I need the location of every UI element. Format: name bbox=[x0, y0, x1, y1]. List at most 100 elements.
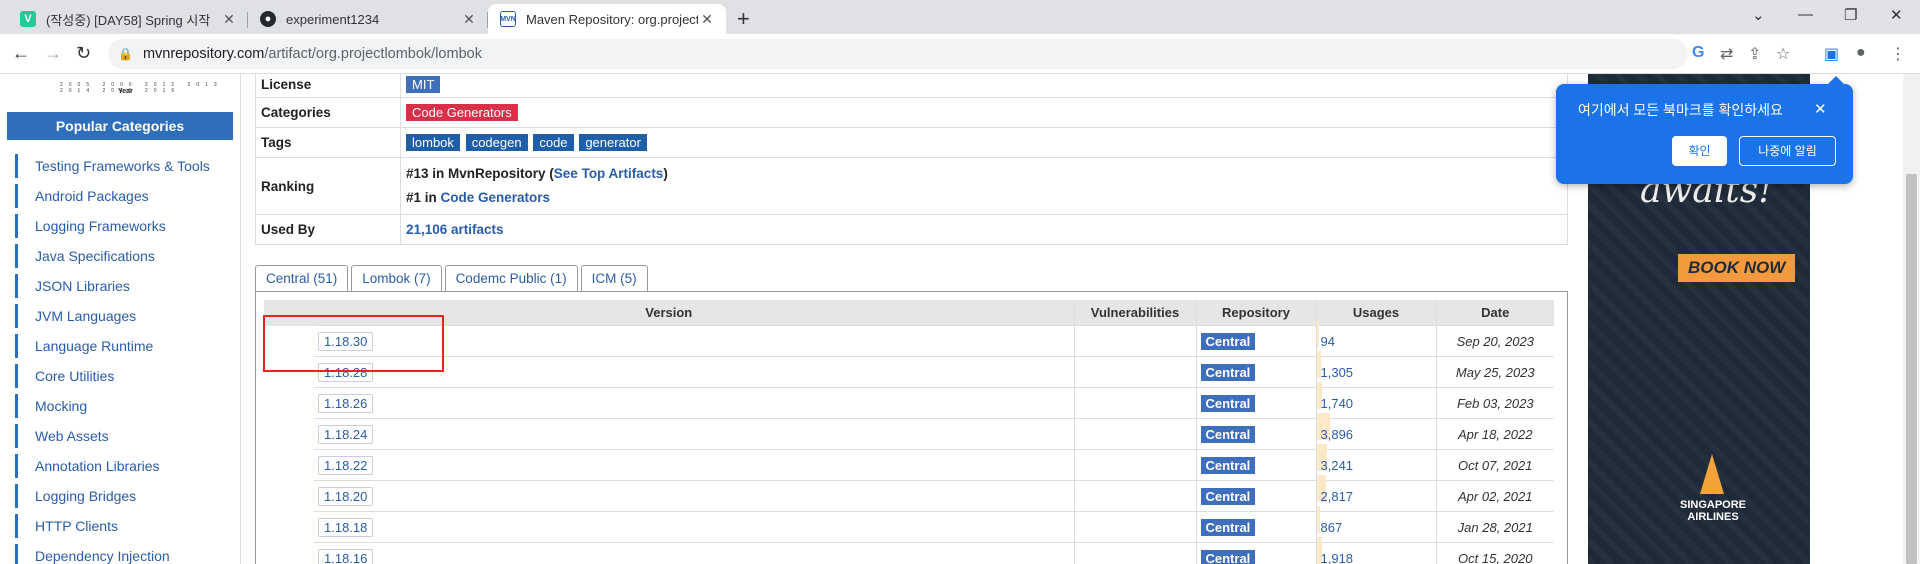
category-link[interactable]: Logging Bridges bbox=[15, 484, 136, 508]
bookmark-hint-popup: 여기에서 모든 북마크를 확인하세요 ✕ 확인 나중에 알림 bbox=[1556, 76, 1853, 184]
tag-badge[interactable]: lombok bbox=[406, 134, 460, 151]
version-link[interactable]: 1.18.18 bbox=[318, 517, 374, 537]
repository-badge[interactable]: Central bbox=[1200, 425, 1256, 443]
version-link[interactable]: 1.18.24 bbox=[318, 424, 374, 444]
tab-lombok[interactable]: Lombok (7) bbox=[351, 265, 442, 291]
category-link[interactable]: Language Runtime bbox=[15, 334, 153, 358]
forward-icon[interactable]: → bbox=[44, 43, 62, 64]
ad-brand: SINGAPORE AIRLINES bbox=[1679, 499, 1746, 523]
browser-tab-velog[interactable]: V (작성중) [DAY58] Spring 시작 ✕ bbox=[8, 4, 248, 34]
window-close-icon[interactable]: ✕ bbox=[1890, 6, 1903, 24]
repository-badge[interactable]: Central bbox=[1200, 549, 1256, 564]
table-row: 1.18.30 Central 94 Sep 20, 2023 bbox=[264, 320, 1554, 357]
repository-badge[interactable]: Central bbox=[1200, 456, 1256, 474]
category-link[interactable]: JVM Languages bbox=[15, 304, 136, 328]
version-link[interactable]: 1.18.22 bbox=[318, 455, 374, 475]
release-date: Oct 15, 2020 bbox=[1436, 542, 1554, 564]
usedby-link[interactable]: 21,106 artifacts bbox=[406, 222, 504, 237]
tag-badge[interactable]: generator bbox=[579, 134, 647, 151]
repository-tabs: Central (51) Lombok (7) Codemc Public (1… bbox=[255, 265, 651, 291]
table-row: 1.18.18 Central 867 Jan 28, 2021 bbox=[264, 506, 1554, 543]
ad-book-now-button[interactable]: BOOK NOW bbox=[1678, 254, 1796, 282]
usages-link[interactable]: 94 bbox=[1316, 320, 1437, 357]
chart-axis-label: Year bbox=[118, 88, 133, 95]
scrollbar-thumb[interactable] bbox=[1906, 174, 1917, 564]
url-field[interactable]: 🔒 mvnrepository.com/artifact/org.project… bbox=[108, 39, 1688, 69]
versions-panel: Version Vulnerabilities Repository Usage… bbox=[255, 291, 1568, 564]
github-icon: ● bbox=[260, 11, 276, 27]
google-icon[interactable]: G bbox=[1692, 44, 1704, 62]
popup-later-button[interactable]: 나중에 알림 bbox=[1739, 136, 1836, 166]
restore-icon[interactable]: ❐ bbox=[1844, 6, 1857, 24]
usages-link[interactable]: 867 bbox=[1316, 506, 1437, 543]
category-link[interactable]: Android Packages bbox=[15, 184, 158, 208]
browser-tab-bar: V (작성중) [DAY58] Spring 시작 ✕ ● experiment… bbox=[0, 0, 1920, 34]
scroll-up-icon[interactable]: ▲ bbox=[1907, 74, 1916, 76]
tab-icm[interactable]: ICM (5) bbox=[580, 265, 648, 291]
tag-badge[interactable]: codegen bbox=[465, 134, 528, 151]
sidebar: 2005 2006 2012 2013 2014 2015 2016 Year … bbox=[0, 74, 240, 564]
share-icon[interactable]: ⇪ bbox=[1748, 44, 1761, 64]
repository-badge[interactable]: Central bbox=[1200, 518, 1256, 536]
lock-icon: 🔒 bbox=[118, 47, 133, 61]
usages-link[interactable]: 3,241 bbox=[1316, 444, 1437, 481]
usages-link[interactable]: 1,305 bbox=[1316, 351, 1437, 388]
profile-icon[interactable]: ● bbox=[1856, 44, 1866, 62]
page-scrollbar[interactable]: ▲ bbox=[1903, 74, 1920, 564]
release-date: Jan 28, 2021 bbox=[1436, 511, 1554, 543]
usages-link[interactable]: 1,918 bbox=[1316, 537, 1437, 564]
category-link[interactable]: Mocking bbox=[15, 394, 87, 418]
category-link[interactable]: HTTP Clients bbox=[15, 514, 118, 538]
browser-tab-github[interactable]: ● experiment1234 ✕ bbox=[248, 4, 488, 34]
tab-search-icon[interactable]: ⌄ bbox=[1752, 6, 1765, 24]
translate-icon[interactable]: ⇄ bbox=[1720, 44, 1733, 64]
category-link[interactable]: Dependency Injection bbox=[15, 544, 170, 564]
category-badge[interactable]: Code Generators bbox=[406, 104, 518, 121]
category-link[interactable]: Logging Frameworks bbox=[15, 214, 166, 238]
tab-title: (작성중) [DAY58] Spring 시작 bbox=[46, 12, 211, 28]
close-icon[interactable]: ✕ bbox=[1814, 100, 1827, 118]
popup-message: 여기에서 모든 북마크를 확인하세요 bbox=[1578, 102, 1783, 118]
ranking-category-link[interactable]: Code Generators bbox=[441, 190, 551, 205]
close-icon[interactable]: ✕ bbox=[220, 11, 238, 28]
category-link[interactable]: JSON Libraries bbox=[15, 274, 130, 298]
tab-codemc-public[interactable]: Codemc Public (1) bbox=[444, 265, 578, 291]
popular-categories-header: Popular Categories bbox=[7, 112, 233, 140]
repository-badge[interactable]: Central bbox=[1200, 332, 1256, 350]
close-icon[interactable]: ✕ bbox=[698, 11, 716, 28]
repository-badge[interactable]: Central bbox=[1200, 487, 1256, 505]
tab-title: Maven Repository: org.projectlo bbox=[526, 11, 698, 27]
tab-central[interactable]: Central (51) bbox=[255, 265, 349, 291]
usages-link[interactable]: 2,817 bbox=[1316, 475, 1437, 512]
category-link[interactable]: Web Assets bbox=[15, 424, 109, 448]
browser-tab-maven[interactable]: MVN Maven Repository: org.projectlo ✕ bbox=[488, 4, 726, 34]
category-link[interactable]: Java Specifications bbox=[15, 244, 155, 268]
close-icon[interactable]: ✕ bbox=[460, 11, 478, 28]
popup-ok-button[interactable]: 확인 bbox=[1672, 136, 1727, 166]
usages-link[interactable]: 3,896 bbox=[1316, 413, 1437, 450]
tag-badge[interactable]: code bbox=[533, 134, 574, 151]
license-label: License bbox=[255, 74, 401, 98]
version-link[interactable]: 1.18.20 bbox=[318, 486, 374, 506]
bookmark-star-icon[interactable]: ☆ bbox=[1776, 44, 1790, 64]
back-icon[interactable]: ← bbox=[12, 43, 30, 64]
menu-icon[interactable]: ⋮ bbox=[1890, 44, 1906, 64]
new-tab-icon[interactable]: + bbox=[737, 6, 750, 32]
repository-badge[interactable]: Central bbox=[1200, 363, 1256, 381]
usages-link[interactable]: 1,740 bbox=[1316, 382, 1437, 419]
version-link[interactable]: 1.18.26 bbox=[318, 393, 374, 413]
version-link[interactable]: 1.18.16 bbox=[318, 548, 374, 564]
category-link[interactable]: Core Utilities bbox=[15, 364, 114, 388]
reload-icon[interactable]: ↻ bbox=[76, 43, 91, 64]
highlight-annotation-box bbox=[263, 315, 444, 372]
license-badge: MIT bbox=[406, 76, 441, 93]
repository-badge[interactable]: Central bbox=[1200, 394, 1256, 412]
sidebar-divider bbox=[240, 74, 241, 564]
table-row: 1.18.28 Central 1,305 May 25, 2023 bbox=[264, 351, 1554, 388]
side-panel-icon[interactable]: ▣ bbox=[1824, 44, 1839, 64]
category-link[interactable]: Testing Frameworks & Tools bbox=[15, 154, 228, 178]
table-row: 1.18.26 Central 1,740 Feb 03, 2023 bbox=[264, 382, 1554, 419]
minimize-icon[interactable]: — bbox=[1798, 6, 1813, 23]
top-artifacts-link[interactable]: See Top Artifacts bbox=[554, 166, 664, 181]
category-link[interactable]: Annotation Libraries bbox=[15, 454, 160, 478]
